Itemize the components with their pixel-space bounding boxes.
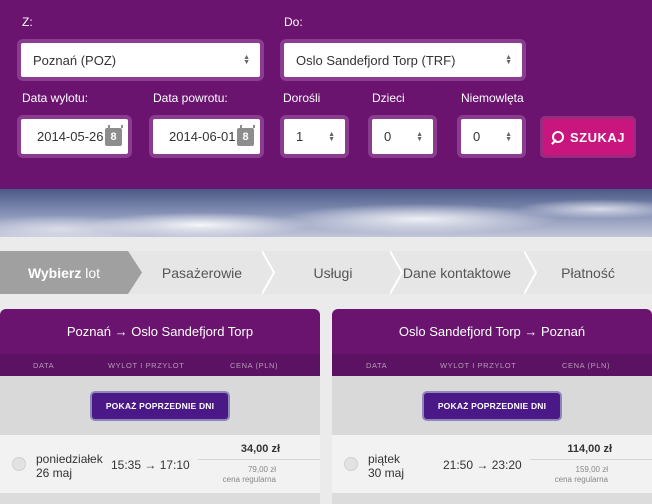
flight-radio[interactable]	[344, 457, 358, 471]
price-divider	[530, 459, 652, 460]
return-date-value: 2014-06-01	[169, 129, 236, 144]
flight-date: piątek 30 maj	[368, 452, 404, 480]
step-chevron-icon	[262, 251, 276, 294]
col-date: DATA	[366, 360, 388, 370]
sky-banner-image	[0, 189, 652, 237]
step-label-bold: Wybierz	[27, 264, 82, 281]
select-arrows-icon: ▲ ▼	[328, 130, 335, 143]
flight-radio[interactable]	[12, 457, 26, 471]
step-chevron-icon	[524, 251, 538, 294]
select-arrows-icon: ▲ ▼	[243, 54, 250, 66]
flight-date: poniedziałek 26 maj	[36, 452, 103, 480]
search-button[interactable]: SZUKAJ	[540, 116, 636, 158]
col-times: WYLOT I PRZYLOT	[440, 360, 517, 370]
flight-price: 114,00 zł	[567, 443, 612, 455]
calendar-icon[interactable]: 8	[237, 124, 255, 146]
outbound-flights-panel: Poznań → Oslo Sandefjord Torp DATA WYLOT…	[0, 309, 320, 504]
step-payment[interactable]: Płatność	[538, 251, 638, 294]
return-date-label: Data powrotu:	[153, 91, 228, 105]
calendar-icon[interactable]: 8	[105, 124, 123, 146]
flight-day: 26 maj	[36, 466, 73, 480]
children-label: Dzieci	[372, 91, 405, 105]
flight-row[interactable]: poniedziałek 26 maj 15:35 → 17:10 34,00 …	[0, 435, 320, 493]
flight-weekday: poniedziałek	[36, 452, 103, 466]
flight-price: 34,00 zł	[240, 443, 280, 455]
depart-date-value: 2014-05-26	[37, 129, 104, 144]
flight-row[interactable]: piątek 30 maj 21:50 → 23:20 114,00 zł 15…	[332, 435, 652, 493]
regular-price-value: 79,00 zł	[247, 465, 276, 474]
select-arrows-icon: ▲ ▼	[505, 54, 512, 66]
from-select-value: Poznań (POZ)	[33, 52, 117, 68]
step-choose-flight[interactable]: Wybierz lot	[0, 251, 128, 294]
row-separator	[332, 493, 652, 504]
to-select[interactable]: Oslo Sandefjord Torp (TRF) ▲ ▼	[280, 39, 526, 81]
adults-select[interactable]: 1 ▲ ▼	[280, 115, 349, 158]
search-icon	[551, 130, 564, 144]
depart-date-input[interactable]: 2014-05-26 8	[17, 115, 132, 158]
step-label-rest: lot	[81, 264, 101, 281]
price-divider	[198, 459, 320, 460]
select-arrows-icon: ▲ ▼	[416, 130, 423, 143]
adults-value: 1	[296, 129, 304, 144]
prev-days-area: POKAŻ POPRZEDNIE DNI	[0, 376, 320, 436]
step-chevron-icon	[128, 251, 142, 294]
col-times: WYLOT I PRZYLOT	[108, 360, 185, 370]
flight-times: 21:50 → 23:20	[443, 458, 522, 472]
select-arrows-icon: ▲ ▼	[505, 130, 512, 143]
regular-price-label: cena regularna	[222, 475, 276, 484]
prev-days-area: POKAŻ POPRZEDNIE DNI	[332, 376, 652, 436]
infants-label: Niemowlęta	[461, 91, 524, 105]
flight-times: 15:35 → 17:10	[111, 458, 190, 472]
regular-price: 79,00 zł cena regularna	[223, 465, 276, 485]
row-separator	[0, 493, 320, 504]
from-select[interactable]: Poznań (POZ) ▲ ▼	[17, 39, 264, 81]
col-date: DATA	[33, 360, 55, 370]
regular-price-label: cena regularna	[554, 475, 608, 484]
col-price: CENA (PLN)	[230, 360, 279, 370]
flight-day: 30 maj	[368, 466, 405, 480]
show-previous-days-button[interactable]: POKAŻ POPRZEDNIE DNI	[91, 393, 229, 419]
to-select-value: Oslo Sandefjord Torp (TRF)	[296, 52, 456, 68]
regular-price: 159,00 zł cena regularna	[555, 465, 608, 485]
search-panel: Z: Poznań (POZ) ▲ ▼ Do: Oslo Sandefjord T…	[0, 0, 652, 189]
inbound-route-title: Oslo Sandefjord Torp → Poznań	[332, 309, 652, 354]
depart-date-label: Data wylotu:	[22, 91, 89, 105]
return-date-input[interactable]: 2014-06-01 8	[149, 115, 264, 158]
column-headers: DATA WYLOT I PRZYLOT CENA (PLN)	[0, 354, 320, 376]
step-passengers[interactable]: Pasażerowie	[142, 251, 262, 294]
booking-steps: Wybierz lot Pasażerowie Usługi Dane kont…	[0, 251, 652, 294]
children-select[interactable]: 0 ▲ ▼	[368, 115, 437, 158]
outbound-route-title: Poznań → Oslo Sandefjord Torp	[0, 309, 320, 354]
from-label: Z:	[22, 15, 33, 29]
search-button-label: SZUKAJ	[569, 129, 625, 145]
step-services[interactable]: Usługi	[276, 251, 390, 294]
regular-price-value: 159,00 zł	[575, 465, 608, 474]
step-contact[interactable]: Dane kontaktowe	[398, 251, 516, 294]
to-label: Do:	[284, 15, 303, 29]
infants-select[interactable]: 0 ▲ ▼	[457, 115, 526, 158]
adults-label: Dorośli	[283, 91, 321, 105]
show-previous-days-button[interactable]: POKAŻ POPRZEDNIE DNI	[423, 393, 561, 419]
infants-value: 0	[473, 129, 481, 144]
inbound-flights-panel: Oslo Sandefjord Torp → Poznań DATA WYLOT…	[332, 309, 652, 504]
children-value: 0	[384, 129, 392, 144]
flight-weekday: piątek	[368, 452, 401, 466]
col-price: CENA (PLN)	[562, 360, 611, 370]
column-headers: DATA WYLOT I PRZYLOT CENA (PLN)	[332, 354, 652, 376]
